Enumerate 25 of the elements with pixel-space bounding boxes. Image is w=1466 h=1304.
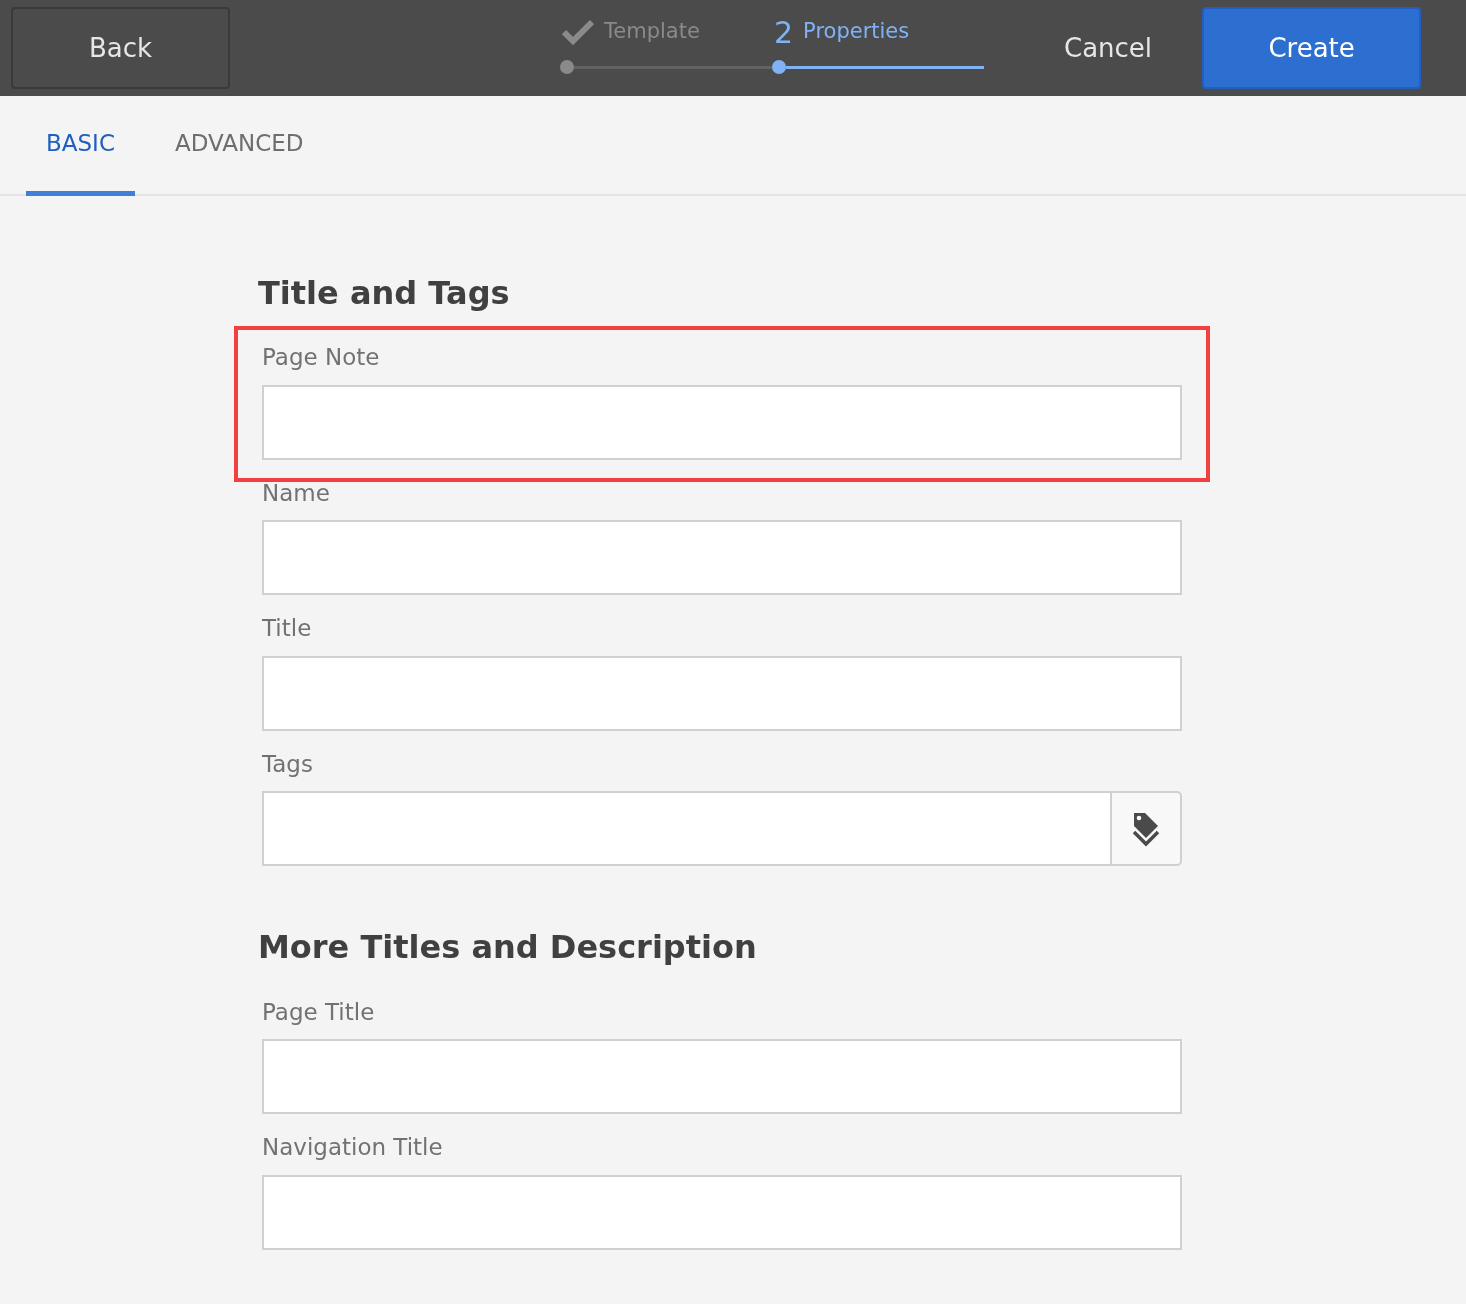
input-field[interactable] <box>262 791 1112 867</box>
step-label[interactable]: Template <box>604 16 700 48</box>
cancel-button[interactable]: Cancel <box>1014 7 1203 89</box>
step-number: 2 <box>774 13 794 52</box>
input-field[interactable] <box>262 1039 1182 1115</box>
field-label: Name <box>262 478 331 508</box>
tags-button[interactable] <box>1111 791 1182 867</box>
input-field[interactable] <box>262 1174 1182 1250</box>
back-button[interactable]: Back <box>11 7 230 89</box>
field-label: Page Note <box>262 343 381 373</box>
checkmark-icon <box>562 19 594 45</box>
tab[interactable]: BASIC <box>26 96 135 196</box>
tag-icon <box>1131 810 1160 847</box>
input-field[interactable] <box>262 655 1182 731</box>
field-label: Navigation Title <box>262 1133 444 1163</box>
create-button[interactable]: Create <box>1202 7 1422 89</box>
field-label: Title <box>262 614 313 644</box>
section-heading: Title and Tags <box>257 274 511 313</box>
tab[interactable]: ADVANCED <box>154 96 324 196</box>
field-label: Tags <box>262 749 314 779</box>
step-label[interactable]: Properties <box>803 16 910 48</box>
section-heading: More Titles and Description <box>257 928 758 967</box>
field-label: Page Title <box>262 997 376 1027</box>
input-field[interactable] <box>262 520 1182 596</box>
input-field[interactable] <box>262 384 1182 460</box>
